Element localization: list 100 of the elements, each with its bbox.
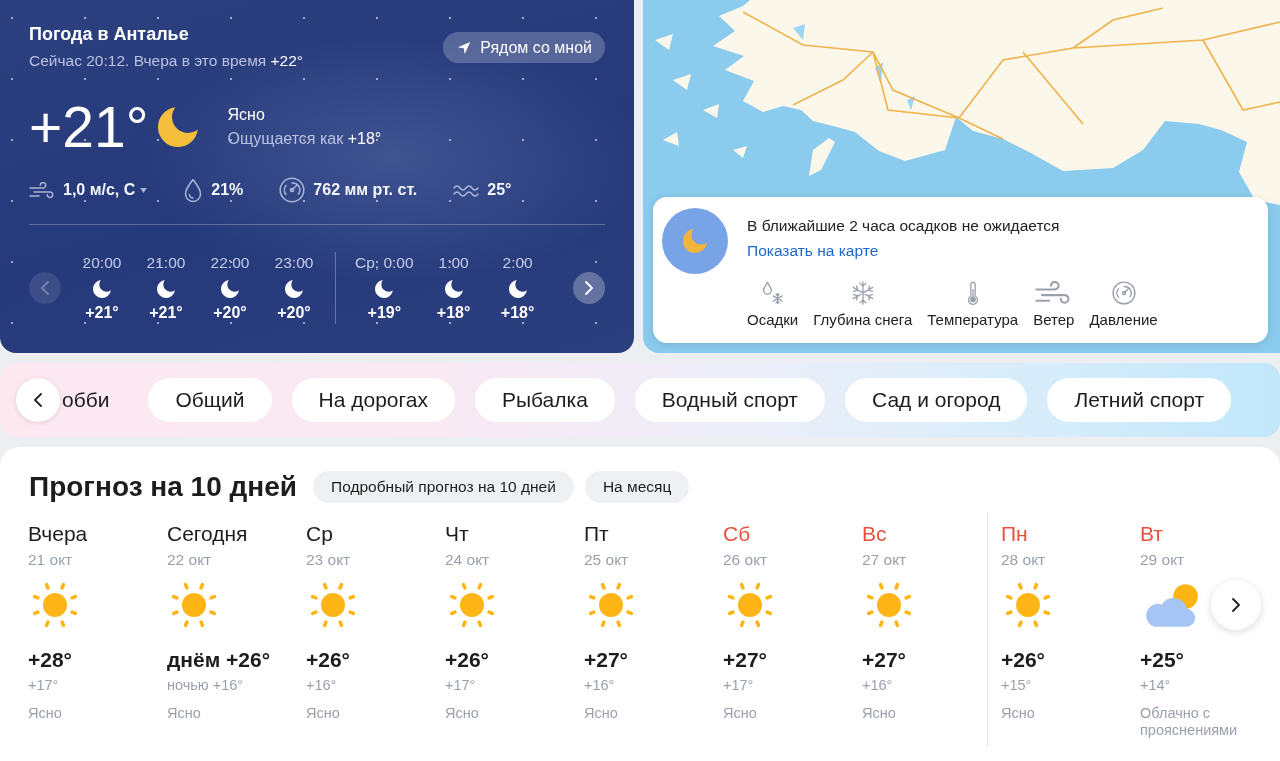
- pressure-text: 762 мм рт. ст.: [313, 180, 418, 200]
- forecast-link-button[interactable]: Подробный прогноз на 10 дней: [313, 471, 574, 503]
- hour-temperature: +20°: [213, 303, 247, 323]
- sun-icon: [170, 581, 218, 629]
- wind-icon: [29, 181, 55, 199]
- day-date: 27 окт: [862, 550, 907, 570]
- snowflake-icon: [850, 281, 875, 305]
- day-date: 23 окт: [306, 550, 351, 570]
- night-temperature: +15°: [1001, 676, 1032, 694]
- hour-temperature: +19°: [367, 303, 402, 323]
- sun-icon: [726, 581, 774, 629]
- day-name: Вс: [862, 521, 887, 547]
- map-layer-button[interactable]: Давление: [1089, 281, 1158, 330]
- hour-time: 23:00: [274, 253, 314, 273]
- gauge-icon: [1111, 281, 1136, 305]
- moon-icon: [285, 280, 303, 298]
- map-layer-button[interactable]: Осадки: [747, 281, 799, 330]
- day-date: 22 окт: [167, 550, 212, 570]
- water-temperature-text: 25°: [487, 180, 512, 200]
- hour-time: Ср, 0:00: [355, 253, 414, 273]
- moon-icon: [157, 280, 175, 298]
- condition-text: Ясно: [227, 105, 265, 125]
- hour-time: 22:00: [210, 253, 250, 273]
- sun-icon: [309, 581, 357, 629]
- precipitation-forecast-text: В ближайшие 2 часа осадков не ожидается: [747, 216, 1060, 236]
- day-temperature: +26°: [445, 647, 490, 673]
- category-tab[interactable]: Водный спорт: [634, 378, 825, 422]
- day-name: Ср: [306, 521, 333, 547]
- map-layer-button[interactable]: Глубина снега: [813, 281, 913, 330]
- day-name: Сегодня: [167, 521, 248, 547]
- current-temperature: +21°: [29, 97, 149, 157]
- day-temperature: днём +26°: [167, 647, 271, 673]
- moon-icon: [444, 280, 463, 298]
- night-temperature: +17°: [445, 676, 476, 694]
- day-temperature: +26°: [306, 647, 351, 673]
- day-condition: Облачно с прояснениями: [1140, 705, 1239, 739]
- day-name: Пт: [584, 521, 609, 547]
- current-time-text: Сейчас 20:12. Вчера в это время +22°: [29, 51, 303, 71]
- night-temperature: +16°: [306, 676, 337, 694]
- night-temperature: +17°: [28, 676, 59, 694]
- next-hours-button[interactable]: [573, 272, 605, 304]
- day-name: Пн: [1001, 521, 1028, 547]
- day-date: 21 окт: [28, 550, 73, 570]
- humidity-text: 21%: [211, 180, 244, 200]
- day-date: 24 окт: [445, 550, 490, 570]
- day-temperature: +27°: [862, 647, 907, 673]
- moon-icon: [662, 208, 728, 274]
- day-condition: Ясно: [723, 705, 757, 722]
- forecast-title: Прогноз на 10 дней: [29, 470, 297, 504]
- hour-time: 1:00: [438, 253, 469, 273]
- day-name: Вчера: [28, 521, 88, 547]
- gauge-icon: [279, 177, 306, 203]
- forecast-link-button[interactable]: На месяц: [584, 471, 690, 503]
- sun-icon: [587, 581, 635, 629]
- day-name: Вт: [1140, 521, 1163, 547]
- category-tab[interactable]: Сад и огород: [845, 378, 1028, 422]
- thermometer-icon: [966, 281, 979, 305]
- moon-icon: [375, 280, 394, 298]
- nearby-button[interactable]: Рядом со мной: [443, 32, 605, 63]
- hour-time: 2:00: [502, 253, 533, 273]
- sun-icon: [1004, 581, 1052, 629]
- day-condition: Ясно: [584, 705, 618, 722]
- day-name: Сб: [723, 521, 751, 547]
- day-temperature: +26°: [1001, 647, 1046, 673]
- sun-icon: [31, 581, 79, 629]
- caret-icon: [140, 187, 148, 193]
- day-temperature: +27°: [584, 647, 629, 673]
- moon-icon: [158, 107, 199, 147]
- day-date: 25 окт: [584, 550, 629, 570]
- day-date: 29 окт: [1140, 550, 1185, 570]
- night-temperature: +16°: [584, 676, 615, 694]
- feels-like-text: Ощущается как +18°: [227, 129, 382, 149]
- day-date: 28 окт: [1001, 550, 1046, 570]
- hour-temperature: +20°: [277, 303, 311, 323]
- day-temperature: +27°: [723, 647, 768, 673]
- day-condition: Ясно: [1001, 705, 1035, 722]
- chevron-right-icon: [1232, 598, 1240, 612]
- day-condition: Ясно: [28, 705, 62, 722]
- hour-temperature: +21°: [149, 303, 183, 323]
- category-tab[interactable]: На дорогах: [291, 378, 455, 422]
- night-temperature: +14°: [1140, 676, 1171, 694]
- category-tab[interactable]: Летний спорт: [1047, 378, 1232, 422]
- drop-snowflake-icon: [760, 281, 785, 305]
- map-layer-button[interactable]: Температура: [927, 281, 1019, 330]
- back-button[interactable]: [16, 378, 60, 422]
- day-temperature: +25°: [1140, 647, 1185, 673]
- location-title: Погода в Анталье: [29, 23, 189, 46]
- hour-temperature: +18°: [436, 303, 471, 323]
- map-layer-button[interactable]: Ветер: [1033, 281, 1075, 330]
- chevron-left-icon: [41, 281, 49, 295]
- sun-icon: [865, 581, 913, 629]
- category-tab[interactable]: Общий: [148, 378, 272, 422]
- show-on-map-link[interactable]: Показать на карте: [747, 240, 879, 262]
- day-condition: Ясно: [862, 705, 896, 722]
- moon-icon: [508, 280, 527, 298]
- day-condition: Ясно: [167, 705, 201, 722]
- category-tab[interactable]: Рыбалка: [474, 378, 615, 422]
- drop-icon: [183, 177, 204, 203]
- chevron-left-icon: [34, 393, 42, 407]
- day-name: Чт: [445, 521, 469, 547]
